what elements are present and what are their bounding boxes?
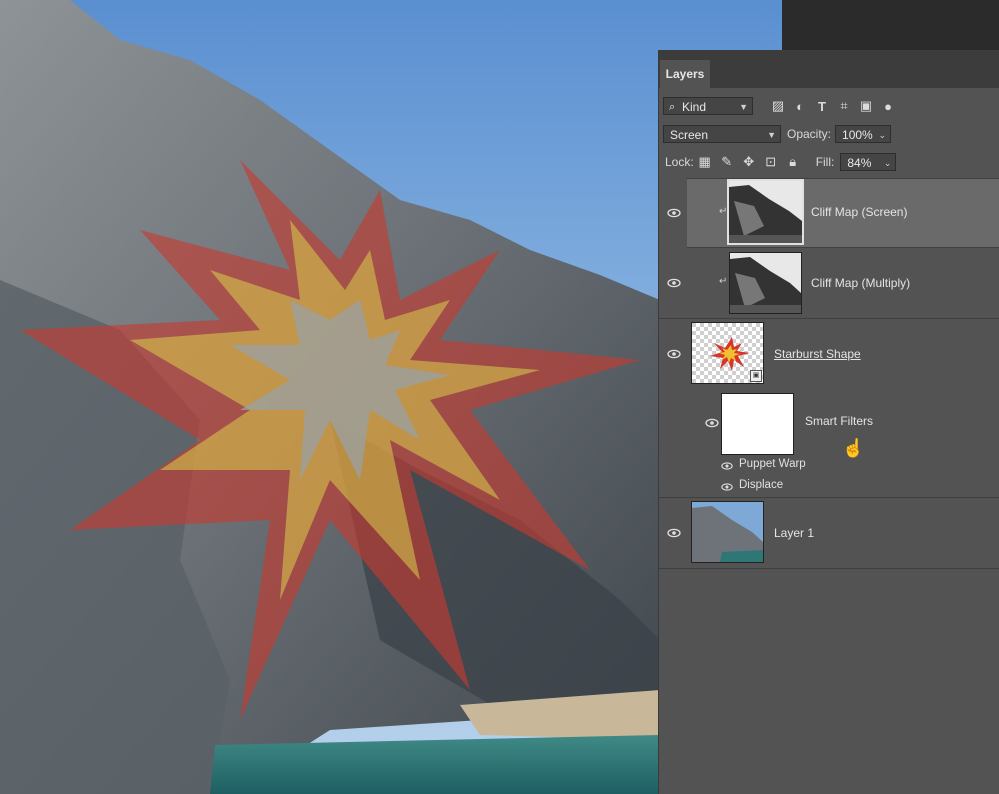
layer-name[interactable]: Layer 1 xyxy=(774,526,814,540)
layer-name[interactable]: Cliff Map (Screen) xyxy=(811,205,907,219)
lock-all-icon[interactable]: 🔒︎ xyxy=(782,154,804,170)
workspace-background xyxy=(782,0,999,50)
chevron-down-icon: ⌄ xyxy=(883,158,892,168)
eye-icon[interactable] xyxy=(721,482,733,492)
adjustment-filter-icon[interactable]: ◐ xyxy=(789,99,811,114)
image-filter-icon[interactable]: ▨ xyxy=(767,98,789,114)
filter-kind-dropdown[interactable]: ⌕ Kind ▼ xyxy=(663,97,753,115)
eye-icon[interactable] xyxy=(721,461,733,471)
lock-position-icon[interactable]: ✥ xyxy=(738,154,760,170)
layer-name[interactable]: Cliff Map (Multiply) xyxy=(811,276,910,290)
filter-kind-label: Kind xyxy=(682,100,707,114)
filter-row: ⌕ Kind ▼ ▨ ◐ T ⌗ ▣ ● xyxy=(659,96,999,116)
tab-layers[interactable]: Layers xyxy=(660,60,710,88)
blend-mode-value: Screen xyxy=(670,128,709,142)
blend-mode-dropdown[interactable]: Screen ▼ xyxy=(663,125,781,143)
smart-filters-label[interactable]: Smart Filters xyxy=(805,414,873,428)
smart-filter-puppet-warp[interactable]: Puppet Warp xyxy=(739,458,806,470)
fill-value: 84% xyxy=(847,156,872,170)
filter-toggle-icon[interactable]: ● xyxy=(877,99,899,114)
type-filter-icon[interactable]: T xyxy=(811,99,833,114)
layer-thumbnail[interactable] xyxy=(727,179,804,245)
eye-icon[interactable] xyxy=(667,349,681,359)
smart-object-badge-icon: ▣ xyxy=(750,370,762,382)
panel-tab-bar: Layers xyxy=(659,50,999,88)
layer-thumbnail[interactable] xyxy=(729,252,802,314)
smart-filter-mask-thumbnail[interactable] xyxy=(721,393,794,455)
eye-icon[interactable] xyxy=(667,208,681,218)
layer-thumbnail[interactable]: ▣ xyxy=(691,322,764,384)
lock-label: Lock: xyxy=(665,155,694,169)
layer-name[interactable]: Starburst Shape xyxy=(774,347,861,361)
layer-thumbnail[interactable] xyxy=(691,501,764,563)
chevron-down-icon: ▼ xyxy=(767,130,776,140)
lock-transparent-pixels-icon[interactable]: ▦ xyxy=(694,154,716,170)
opacity-value: 100% xyxy=(842,128,873,142)
lock-image-pixels-icon[interactable]: ✎ xyxy=(716,154,738,170)
chevron-down-icon: ⌄ xyxy=(878,130,887,140)
smartobject-filter-icon[interactable]: ▣ xyxy=(855,98,877,114)
eye-icon[interactable] xyxy=(667,278,681,288)
fill-field[interactable]: 84% ⌄ xyxy=(840,153,897,171)
chevron-down-icon: ▼ xyxy=(739,102,748,112)
smart-filter-displace[interactable]: Displace xyxy=(739,479,783,491)
blend-row: Screen ▼ Opacity: 100% ⌄ xyxy=(659,124,999,144)
layers-panel[interactable]: Layers ⌕ Kind ▼ ▨ ◐ T ⌗ ▣ ● Screen ▼ Opa… xyxy=(658,50,999,794)
opacity-field[interactable]: 100% ⌄ xyxy=(835,125,892,143)
lock-row: Lock: ▦ ✎ ✥ ⊡ 🔒︎ Fill: 84% ⌄ xyxy=(659,152,999,172)
lock-artboard-icon[interactable]: ⊡ xyxy=(760,154,782,170)
shape-filter-icon[interactable]: ⌗ xyxy=(833,98,855,114)
eye-icon[interactable] xyxy=(667,528,681,538)
hand-cursor-icon: ☝ xyxy=(842,438,865,458)
fill-label: Fill: xyxy=(815,155,835,169)
eye-icon[interactable] xyxy=(705,418,719,428)
clipping-mask-icon: ↵ xyxy=(719,276,728,287)
search-icon: ⌕ xyxy=(669,101,676,113)
opacity-label: Opacity: xyxy=(787,127,832,141)
